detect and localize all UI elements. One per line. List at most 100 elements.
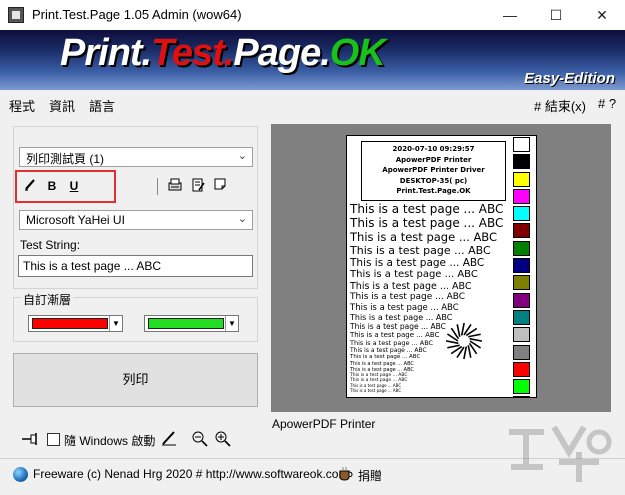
preview-color-swatch bbox=[513, 275, 530, 291]
preview-test-line: This is a test page ... ABC bbox=[350, 202, 504, 216]
preview-test-line: This is a test page ... ABC bbox=[350, 269, 478, 281]
spin-pattern-icon bbox=[445, 322, 483, 360]
preview-info-line: 2020-07-10 09:29:57 bbox=[392, 145, 475, 153]
preview-color-swatch bbox=[513, 171, 530, 187]
color1-picker[interactable]: ▼ bbox=[28, 315, 123, 332]
preview-test-line: This is a test page ... ABC bbox=[350, 230, 498, 245]
color1-swatch bbox=[32, 318, 108, 329]
banner-title: Print.Test.Page.OK bbox=[60, 32, 386, 75]
banner-subtitle: Easy-Edition bbox=[524, 70, 615, 87]
preview-color-swatch bbox=[513, 361, 530, 377]
zoom-in-icon[interactable] bbox=[213, 428, 233, 448]
preview-info-box: 2020-07-10 09:29:57 ApowerPDF Printer Apow… bbox=[361, 141, 506, 201]
pin-icon[interactable] bbox=[21, 432, 41, 446]
test-string-input[interactable]: This is a test page ... ABC bbox=[18, 255, 253, 277]
mode-select-value: 列印測試頁 (1) bbox=[26, 152, 105, 166]
app-icon bbox=[8, 7, 24, 23]
chevron-down-icon: ▼ bbox=[109, 316, 122, 331]
window-title: Print.Test.Page 1.05 Admin (wow64) bbox=[32, 7, 242, 22]
preview-info-line: DESKTOP-35( pc) bbox=[399, 176, 468, 185]
spin-ray bbox=[463, 346, 468, 360]
mode-select[interactable]: 列印測試頁 (1) ⌄ bbox=[19, 147, 253, 167]
menu-help[interactable]: # ? bbox=[598, 96, 616, 111]
preview-test-line: This is a test page ... ABC bbox=[350, 387, 402, 393]
banner-title-print: Print. bbox=[60, 32, 152, 74]
spin-ray bbox=[469, 337, 483, 342]
toolbar-divider bbox=[157, 178, 158, 195]
globe-icon[interactable] bbox=[13, 467, 28, 482]
menu-bar: 程式 資訊 語言 # 結束(x) # ? bbox=[0, 90, 625, 118]
preview-info-line: ApowerPDF Printer bbox=[395, 155, 472, 164]
donate-link[interactable]: 捐贈 bbox=[358, 467, 382, 484]
maximize-button[interactable]: ☐ bbox=[533, 0, 579, 30]
preview-color-column bbox=[513, 137, 530, 397]
preview-test-line: This is a test page ... ABC bbox=[350, 256, 485, 269]
menu-program[interactable]: 程式 bbox=[9, 96, 35, 115]
color2-swatch bbox=[148, 318, 224, 329]
edit-pen-icon[interactable] bbox=[160, 429, 178, 447]
chevron-down-icon: ▼ bbox=[225, 316, 238, 331]
test-string-label: Test String: bbox=[20, 238, 81, 252]
preview-test-line: This is a test page ... ABC bbox=[350, 312, 453, 322]
spin-ray bbox=[467, 345, 472, 358]
watermark-logo bbox=[509, 425, 612, 482]
preview-color-swatch bbox=[513, 223, 530, 239]
preview-test-line: This is a test page ... ABC bbox=[350, 377, 408, 383]
font-select-value: Microsoft YaHei UI bbox=[26, 213, 125, 227]
startup-label: 隨 Windows 啟動 bbox=[64, 434, 156, 448]
preview-info-line: Print.Test.Page.OK bbox=[396, 187, 471, 195]
print-preview: 2020-07-10 09:29:57 ApowerPDF Printer Apow… bbox=[271, 124, 611, 412]
preview-color-swatch bbox=[513, 188, 530, 204]
spin-ray bbox=[460, 322, 465, 336]
blank-page-icon[interactable] bbox=[211, 177, 229, 195]
coffee-cup-icon[interactable] bbox=[338, 466, 354, 482]
preview-color-swatch bbox=[513, 206, 530, 222]
preview-color-swatch bbox=[513, 292, 530, 308]
preview-test-line: This is a test page ... ABC bbox=[350, 281, 472, 293]
spin-ray bbox=[447, 344, 460, 349]
startup-checkbox[interactable] bbox=[47, 433, 60, 446]
menu-language[interactable]: 語言 bbox=[89, 96, 115, 115]
title-bar: Print.Test.Page 1.05 Admin (wow64) — ☐ ✕ bbox=[0, 0, 625, 30]
banner-title-test: Test. bbox=[151, 32, 234, 74]
color2-picker[interactable]: ▼ bbox=[144, 315, 239, 332]
preview-color-swatch bbox=[513, 379, 530, 395]
preview-test-line: This is a test page ... ABC bbox=[350, 243, 491, 257]
preview-color-swatch bbox=[513, 344, 530, 360]
preview-test-line: This is a test page ... ABC bbox=[350, 322, 446, 332]
preview-info-line: ApowerPDF Printer Driver bbox=[382, 166, 485, 174]
zoom-out-icon[interactable] bbox=[190, 428, 210, 448]
menu-info[interactable]: 資訊 bbox=[49, 96, 75, 115]
preview-color-swatch bbox=[513, 137, 530, 152]
font-select[interactable]: Microsoft YaHei UI ⌄ bbox=[19, 210, 253, 230]
preview-color-swatch bbox=[513, 154, 530, 170]
preview-color-swatch bbox=[513, 258, 530, 274]
spin-ray bbox=[456, 324, 461, 337]
banner-title-ok: OK bbox=[329, 32, 386, 74]
preview-test-line: This is a test page ... ABC bbox=[350, 216, 504, 231]
highlight-box bbox=[15, 170, 116, 203]
preview-test-line: This is a test page ... ABC bbox=[350, 347, 427, 355]
printer-name: ApowerPDF Printer bbox=[272, 417, 376, 431]
preview-color-swatch bbox=[513, 327, 530, 343]
chevron-down-icon: ⌄ bbox=[237, 150, 247, 162]
banner-title-page: Page. bbox=[233, 32, 330, 74]
preview-test-line: This is a test page ... ABC bbox=[350, 331, 440, 340]
print-setup-icon[interactable] bbox=[166, 177, 184, 195]
minimize-button[interactable]: — bbox=[487, 0, 533, 30]
spin-ray bbox=[468, 333, 481, 338]
preview-color-swatch bbox=[513, 396, 530, 397]
spin-ray bbox=[445, 340, 459, 345]
preview-test-line: This is a test page ... ABC bbox=[350, 292, 466, 303]
menu-exit[interactable]: # 結束(x) bbox=[534, 96, 586, 115]
app-banner: Print.Test.Page.OK Easy-Edition bbox=[0, 30, 625, 90]
preview-test-line: This is a test page ... ABC bbox=[350, 372, 408, 378]
page-edit-icon[interactable] bbox=[189, 177, 207, 195]
print-button[interactable]: 列印 bbox=[13, 353, 258, 407]
preview-color-swatch bbox=[513, 240, 530, 256]
chevron-down-icon: ⌄ bbox=[237, 213, 247, 225]
preview-page: 2020-07-10 09:29:57 ApowerPDF Printer Apow… bbox=[346, 135, 537, 398]
preview-test-line: This is a test page ... ABC bbox=[350, 354, 421, 361]
close-button[interactable]: ✕ bbox=[579, 0, 625, 30]
freeware-link[interactable]: Freeware (c) Nenad Hrg 2020 # http://www… bbox=[33, 467, 348, 481]
